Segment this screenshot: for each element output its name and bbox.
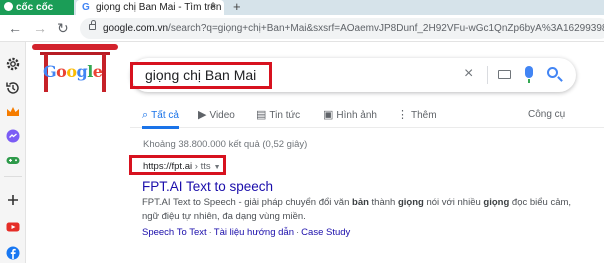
search-icon: ⌕ [142,109,149,121]
result-snippet: FPT.AI Text to Speech - giải pháp chuyển… [142,197,572,222]
result-sitelinks: Speech To Text · Tài liệu hướng dẫn · Case S… [142,227,350,239]
address-bar[interactable]: google.com.vn/search?q=giọng+chị+Ban+Mai… [80,18,604,39]
browser-toolbar: ← → ↻ google.com.vn/search?q=giọng+chị+B… [0,15,604,42]
address-host: google.com.vn [103,23,169,34]
result-title-link[interactable]: FPT.AI Text to speech [142,178,273,195]
coccoc-menu-button[interactable]: cốc cốc [0,0,74,15]
search-tabs: ⌕ Tất cả ▶ Video ▤ Tin tức ▣ Hình ảnh ⋮ Thêm … [130,104,604,129]
coccoc-logo-icon [4,2,13,11]
sidebar-divider [4,176,22,177]
crown-icon[interactable] [5,104,21,120]
sitelink-speech-to-text[interactable]: Speech To Text [142,227,207,238]
result-cite-host: https://fpt.ai [143,161,193,172]
microphone-icon[interactable] [525,66,533,83]
tab-images[interactable]: ▣ Hình ảnh [323,104,377,128]
back-button[interactable]: ← [8,19,22,37]
news-icon: ▤ [256,109,267,121]
play-icon: ▶ [198,109,207,121]
tab-all-label: Tất cả [151,110,179,121]
result-cite-path: › tts [192,161,211,172]
sitelink-separator: · [296,227,300,238]
sitelink-docs[interactable]: Tài liệu hướng dẫn [214,227,294,238]
doodle-gate-roof [32,44,118,50]
result-cite[interactable]: https://fpt.ai › tts ▼ [143,161,221,172]
messenger-icon[interactable] [5,128,21,144]
google-doodle-logo[interactable]: Google [32,44,118,94]
tab-video-label: Video [209,110,235,121]
more-vert-icon: ⋮ [397,109,408,121]
tab-strip: cốc cốc G giọng chị Ban Mai - Tìm trên ×… [0,0,604,15]
address-path: /search?q=giọng+chị+Ban+Mai&sxsrf=AOaemv… [168,23,604,34]
history-icon[interactable] [5,80,21,96]
doodle-wordmark: Google [43,62,103,81]
tab-title: giọng chị Ban Mai - Tìm trên [96,2,222,13]
sitelink-case-study[interactable]: Case Study [301,227,350,238]
doodle-gate-beam [40,52,110,55]
tab-more-label: Thêm [411,110,437,121]
gamepad-icon[interactable] [5,152,21,168]
result-stats: Khoảng 38.800.000 kết quả (0,52 giây) [143,139,308,150]
query-highlight-box [130,62,272,89]
doodle-gate-post [102,54,106,92]
youtube-icon[interactable] [5,219,21,235]
google-favicon-icon: G [82,2,90,13]
lock-icon [89,20,96,30]
coccoc-sidebar [0,42,26,263]
image-icon: ▣ [323,109,334,121]
search-divider [487,66,488,84]
tab-images-label: Hình ảnh [336,110,377,121]
clear-search-button[interactable]: × [464,65,473,83]
forward-button[interactable]: → [33,19,47,37]
new-tab-button[interactable]: + [233,0,241,14]
gear-icon[interactable] [5,56,21,72]
tools-button[interactable]: Công cụ [528,104,565,128]
add-icon[interactable] [5,192,21,208]
tab-video[interactable]: ▶ Video [198,104,235,128]
facebook-icon[interactable] [5,245,21,261]
keyboard-icon[interactable] [498,70,511,79]
tab-all[interactable]: ⌕ Tất cả [142,104,179,129]
reload-button[interactable]: ↻ [57,19,69,37]
tab-more[interactable]: ⋮ Thêm [397,104,437,128]
browser-tab[interactable]: G giọng chị Ban Mai - Tìm trên [76,0,224,15]
search-icon[interactable] [547,67,558,78]
caret-down-icon[interactable]: ▼ [214,164,221,171]
brand-label: cốc cốc [16,2,54,13]
sitelink-separator: · [208,227,212,238]
tools-label: Công cụ [528,109,566,120]
tab-close-button[interactable]: × [210,0,216,15]
tab-news[interactable]: ▤ Tin tức [256,104,300,128]
tab-news-label: Tin tức [269,110,301,121]
